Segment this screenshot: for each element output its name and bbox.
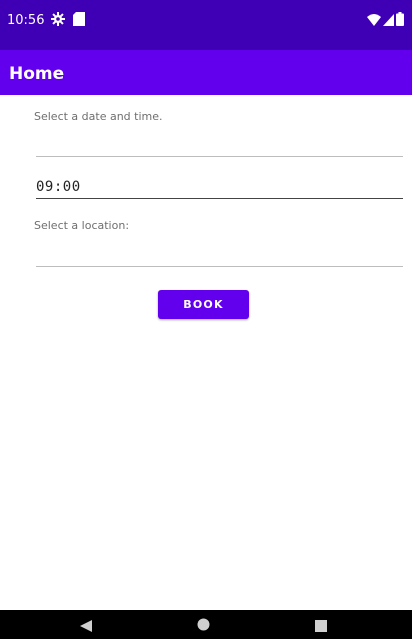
recents-icon[interactable] [315,619,327,637]
wifi-icon [367,13,381,31]
status-bar: 10:56 [0,0,412,50]
page-title: Home [9,64,65,84]
battery-icon [396,12,404,31]
date-time-field[interactable] [36,156,403,157]
book-button[interactable]: BOOK [158,290,249,319]
signal-icon [383,13,394,31]
location-field[interactable] [36,266,403,267]
app-bar: Home [0,50,412,95]
navigation-bar [0,610,412,639]
sd-card-icon [73,12,85,31]
time-input[interactable] [36,176,403,199]
back-icon[interactable] [80,619,92,637]
home-icon[interactable] [197,618,210,636]
date-time-label: Select a date and time. [34,110,163,123]
status-time: 10:56 [7,13,45,28]
gear-icon [51,12,65,31]
location-label: Select a location: [34,219,130,232]
